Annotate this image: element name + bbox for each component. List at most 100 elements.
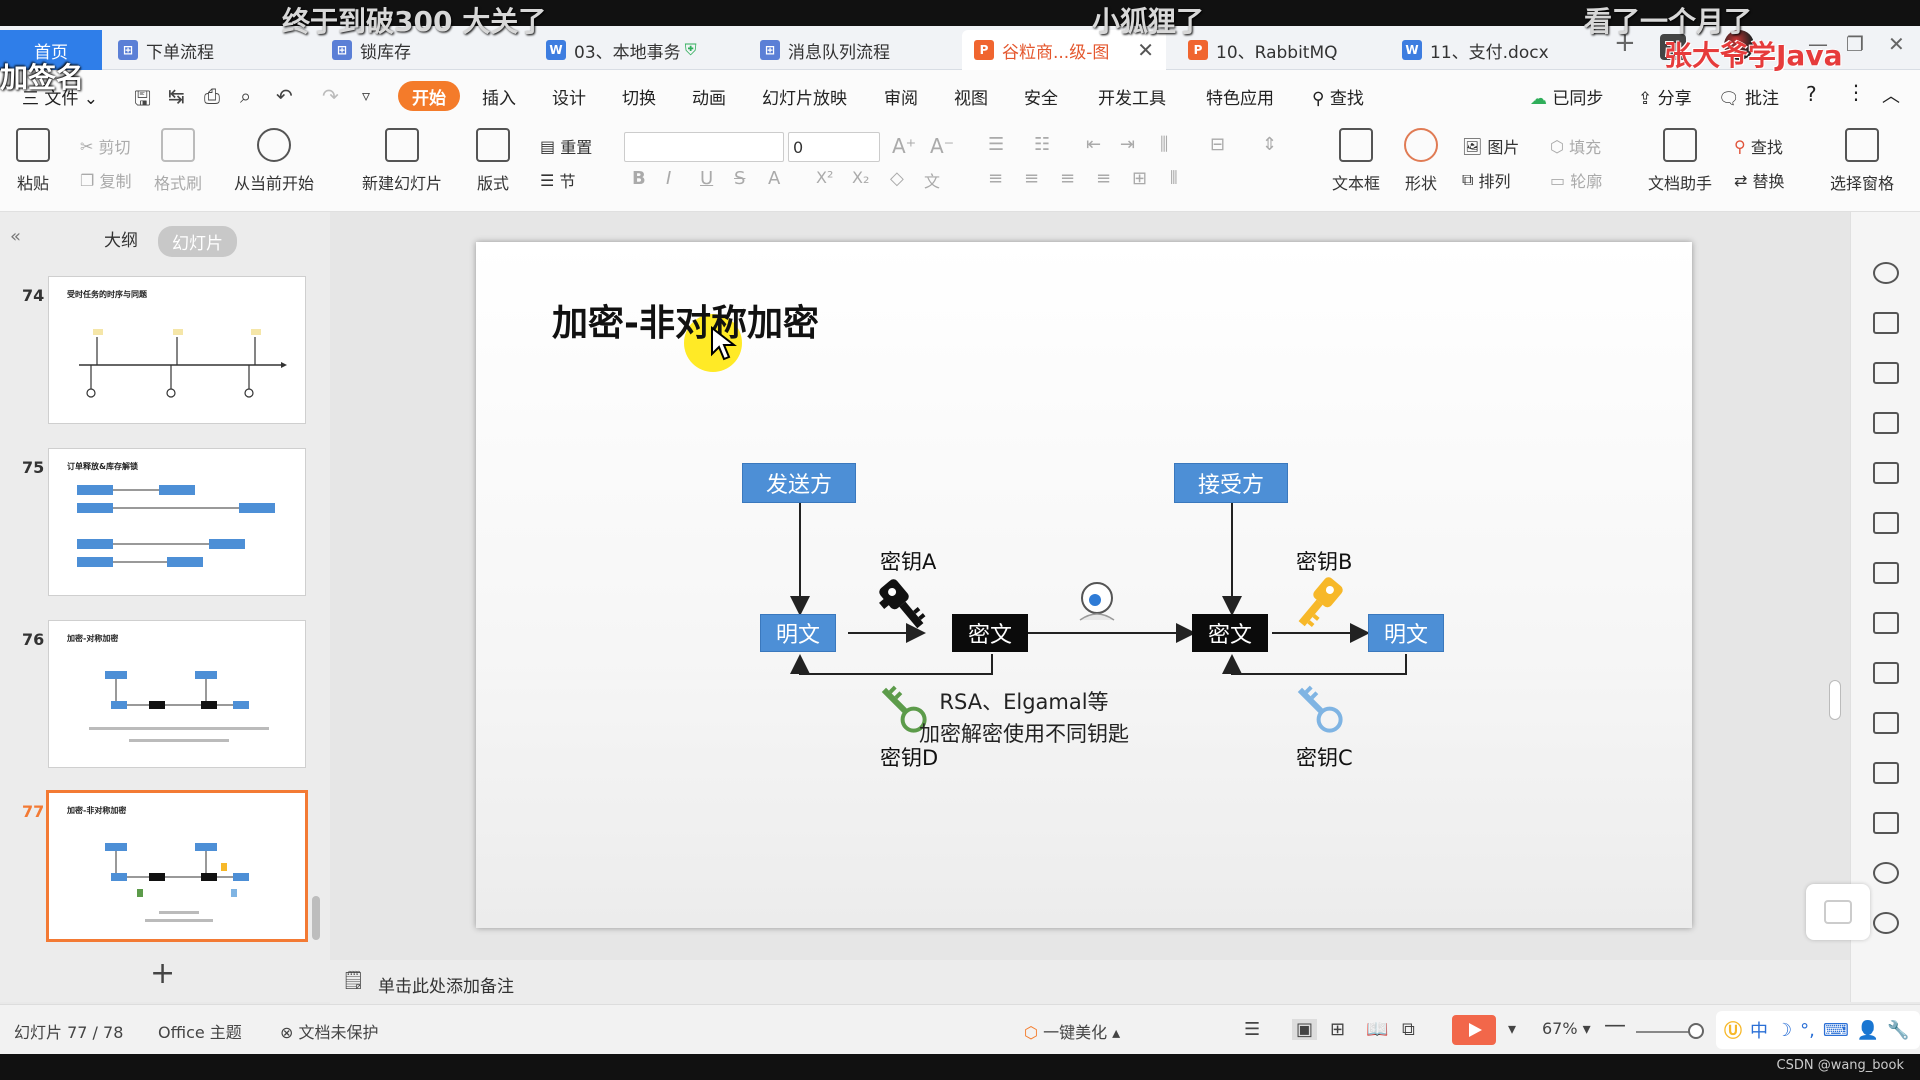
arrange-button[interactable]: ⧉ 排列 — [1462, 168, 1511, 192]
align-right-icon[interactable]: ≡ — [1060, 168, 1075, 189]
archive-icon[interactable] — [1873, 762, 1899, 784]
menu-search[interactable]: ⚲ 查找 — [1312, 84, 1364, 109]
slide-thumbnail-74[interactable]: 受时任务的时序与同题 — [48, 276, 306, 424]
play-from-current-button[interactable]: 从当前开始 — [234, 128, 314, 194]
format-painter-button[interactable]: 格式刷 — [154, 128, 202, 194]
settings-sliders-icon[interactable] — [1873, 612, 1899, 634]
selection-pane-button[interactable]: 选择窗格 — [1830, 128, 1894, 194]
scroll-thumb[interactable] — [1829, 680, 1841, 720]
copy-button[interactable]: ❐ 复制 — [80, 168, 131, 192]
ime-toolbar[interactable]: Ⓤ 中 ☽ °, ⌨ 👤 🔧 — [1716, 1011, 1920, 1049]
ciphertext-node-right[interactable]: 密文 — [1192, 614, 1268, 652]
shield-outline-icon[interactable] — [1873, 912, 1899, 934]
tab-payment-docx[interactable]: W 11、支付.docx — [1390, 30, 1602, 70]
outline-button[interactable]: ▭ 轮廓 — [1550, 168, 1602, 192]
plaintext-node-left[interactable]: 明文 — [760, 614, 836, 652]
zoom-slider-handle[interactable] — [1688, 1023, 1704, 1039]
subscript-icon[interactable]: X₂ — [852, 168, 869, 187]
shapes-icon[interactable] — [1873, 362, 1899, 384]
plaintext-node-right[interactable]: 明文 — [1368, 614, 1444, 652]
underline-icon[interactable]: U — [700, 168, 713, 189]
columns-icon[interactable]: ⫴ — [1170, 168, 1178, 189]
shape-button[interactable]: 形状 — [1404, 128, 1438, 194]
superscript-icon[interactable]: X² — [816, 168, 833, 187]
new-slide-button[interactable]: 新建幻灯片 — [362, 128, 442, 194]
chart-icon[interactable] — [1873, 562, 1899, 584]
panel-scrollbar[interactable] — [312, 896, 320, 940]
replace-button[interactable]: ⇄ 替换 — [1734, 168, 1785, 192]
text-direction-icon[interactable]: ⫼ — [1160, 134, 1168, 155]
share-button[interactable]: ⇪ 分享 — [1638, 84, 1692, 109]
tab-rabbitmq[interactable]: P 10、RabbitMQ — [1176, 30, 1388, 70]
menu-transition[interactable]: 切换 — [622, 84, 656, 109]
close-window-icon[interactable]: ✕ — [1888, 32, 1905, 56]
justify-icon[interactable]: ≡ — [1096, 168, 1111, 189]
ciphertext-node-left[interactable]: 密文 — [952, 614, 1028, 652]
line-spacing-icon[interactable]: ⇕ — [1262, 134, 1277, 155]
increase-font-icon[interactable]: A⁺ — [892, 134, 916, 158]
collapse-ribbon-icon[interactable]: ︿ — [1882, 82, 1900, 108]
menu-animation[interactable]: 动画 — [692, 84, 726, 109]
presenter-view-icon[interactable]: ⧉ — [1402, 1019, 1415, 1040]
grid-icon[interactable] — [1873, 512, 1899, 534]
slide-thumbnail-75[interactable]: 订单释放&库存解锁 — [48, 448, 306, 596]
strikethrough-icon[interactable]: S — [734, 168, 745, 189]
numbered-list-icon[interactable]: ☷ — [1034, 134, 1050, 155]
sorter-view-icon[interactable]: ⊞ — [1330, 1019, 1345, 1040]
picture-button[interactable]: 🖼 图片 — [1462, 134, 1519, 158]
menu-design[interactable]: 设计 — [552, 84, 586, 109]
pinyin-icon[interactable]: 文 — [924, 168, 940, 192]
menu-view[interactable]: 视图 — [954, 84, 988, 109]
slideshow-play-button[interactable] — [1452, 1015, 1496, 1045]
receiver-node[interactable]: 接受方 — [1174, 463, 1288, 503]
protection-status[interactable]: ⊗ 文档未保护 — [280, 1019, 379, 1043]
redo-icon[interactable]: ↷ — [322, 84, 339, 108]
bullet-list-icon[interactable]: ☰ — [988, 134, 1004, 155]
decrease-font-icon[interactable]: A⁻ — [930, 134, 954, 158]
undo-icon[interactable]: ↶ — [276, 84, 293, 108]
zoom-out-icon[interactable]: — — [1604, 1013, 1626, 1038]
zoom-level[interactable]: 67% ▾ — [1542, 1019, 1591, 1038]
menu-review[interactable]: 审阅 — [884, 84, 918, 109]
save-icon[interactable]: 🖫 — [134, 84, 151, 118]
slide-77[interactable]: 加密-非对称加密 发送方 接受方 明文 密文 密文 明文 密钥A 密钥B 密钥D… — [476, 242, 1692, 928]
slide-thumbnail-76[interactable]: 加密-对称加密 — [48, 620, 306, 768]
more-icon[interactable]: ⋮ — [1846, 80, 1866, 104]
menu-security[interactable]: 安全 — [1024, 84, 1058, 109]
table-icon[interactable] — [1873, 462, 1899, 484]
export-icon[interactable]: ↹ — [168, 84, 185, 108]
theme-name[interactable]: Office 主题 — [158, 1019, 242, 1043]
tab-local-transaction[interactable]: W 03、本地事务 ⛨ — [534, 30, 746, 70]
menu-insert[interactable]: 插入 — [482, 84, 516, 109]
clear-format-icon[interactable]: ◇ — [890, 168, 904, 189]
cut-button[interactable]: ✂ 剪切 — [80, 134, 131, 158]
algorithm-caption-line1[interactable]: RSA、Elgamal等 — [876, 686, 1172, 716]
italic-icon[interactable]: I — [666, 168, 671, 189]
layout-button[interactable]: 版式 — [476, 128, 510, 194]
sender-node[interactable]: 发送方 — [742, 463, 856, 503]
collapse-panel-icon[interactable]: « — [10, 226, 21, 247]
font-size-select[interactable]: 0 — [788, 132, 880, 162]
notes-toggle-icon[interactable]: ☰ — [1244, 1019, 1260, 1040]
volume-icon[interactable] — [1873, 862, 1899, 884]
tab-message-queue[interactable]: ⊞ 消息队列流程 — [748, 30, 960, 70]
share-out-icon[interactable] — [1873, 712, 1899, 734]
pen-icon[interactable] — [1873, 412, 1899, 434]
font-color-icon[interactable]: A — [768, 168, 780, 189]
align-center-icon[interactable]: ≡ — [1024, 168, 1039, 189]
canvas-vertical-scrollbar[interactable] — [1829, 232, 1844, 972]
menu-slideshow[interactable]: 幻灯片放映 — [762, 84, 847, 109]
key-a-label[interactable]: 密钥A — [880, 546, 936, 576]
restore-icon[interactable]: ❐ — [1846, 32, 1864, 56]
comment-button[interactable]: 🗨 批注 — [1718, 84, 1779, 109]
play-options-icon[interactable]: ▾ — [1508, 1019, 1516, 1038]
help-button[interactable]: ? — [1806, 82, 1817, 106]
menu-developer[interactable]: 开发工具 — [1098, 84, 1166, 109]
align-left-icon[interactable]: ≡ — [988, 168, 1003, 189]
tab-outline[interactable]: 大纲 — [104, 226, 138, 251]
preview-icon[interactable]: ⌕ — [240, 84, 251, 108]
tab-slides[interactable]: 幻灯片 — [158, 226, 237, 257]
reading-view-icon[interactable]: 📖 — [1366, 1019, 1388, 1040]
key-c-label[interactable]: 密钥C — [1296, 742, 1353, 772]
bold-icon[interactable]: B — [632, 168, 646, 189]
